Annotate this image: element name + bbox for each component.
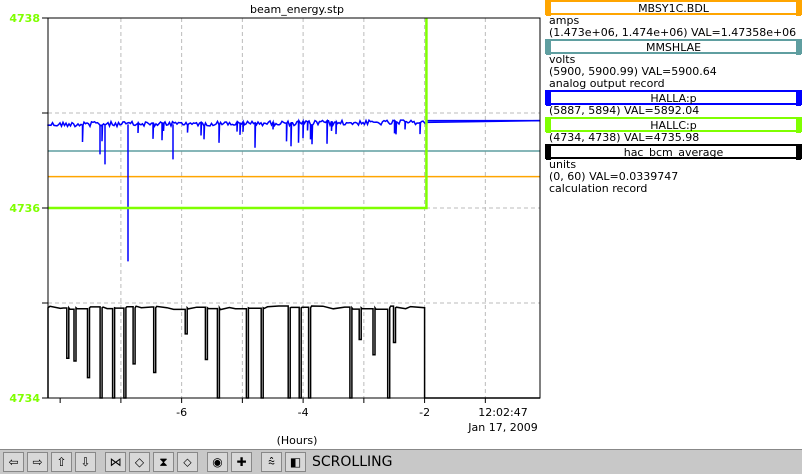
record-button[interactable]: ◉	[207, 452, 228, 472]
zoom-in-x-button[interactable]: ⋈	[105, 452, 126, 472]
legend-color-swatch	[796, 145, 801, 160]
legend-color-swatch	[796, 1, 801, 16]
zoom-out-x-button[interactable]: ◇	[129, 452, 150, 472]
legend-entry-MMSHLAE[interactable]: MMSHLAE	[545, 39, 802, 55]
time-stamp: 12:02:47	[478, 406, 527, 419]
legend-detail-line: (5887, 5894) VAL=5892.04	[549, 104, 700, 117]
series-line-HALLA:p	[47, 118, 541, 262]
legend-entry-hac_bcm_average[interactable]: hac_bcm_average	[545, 144, 802, 160]
legend-entry-label: MBSY1C.BDL	[638, 2, 709, 15]
legend-panel: MBSY1C.BDL amps (1.473e+06, 1.474e+06) VAL…	[545, 0, 802, 195]
scroll-up-icon: ⇧	[56, 455, 67, 469]
zoom-in-y-icon: ⧗	[159, 454, 168, 469]
legend-entry-label: HALLC:p	[650, 119, 697, 132]
y-tick-label: 4738	[9, 12, 40, 25]
toolbar: ⇦ ⇨ ⇧ ⇩ ⋈ ◇ ⧗ ⬦ ◉ ✚ ⩯ ◧ SCROLLING	[0, 449, 802, 474]
x-axis: -6 -4 -2	[59, 398, 486, 419]
series-layer	[47, 18, 541, 399]
chart-title: beam_energy.stp	[250, 3, 344, 16]
status-label: SCROLLING	[312, 454, 393, 470]
legend-entry-HALLA:p[interactable]: HALLA:p	[545, 90, 802, 106]
strip-chart: beam_energy.stp 4738 4736 4734 -6 -4 -2 12:0…	[9, 3, 541, 447]
x-tick-label: -4	[298, 406, 309, 419]
scroll-right-icon: ⇨	[32, 455, 43, 469]
legend-entry-HALLC:p[interactable]: HALLC:p	[545, 117, 802, 133]
zoom-in-y-button[interactable]: ⧗	[153, 452, 174, 472]
auto-scale-button[interactable]: ⩯	[261, 452, 282, 472]
legend-color-swatch	[546, 145, 551, 160]
add-icon: ✚	[236, 455, 247, 469]
add-button[interactable]: ✚	[231, 452, 252, 472]
legend-color-swatch	[796, 91, 801, 106]
scroll-up-button[interactable]: ⇧	[51, 452, 72, 472]
date-stamp: Jan 17, 2009	[467, 421, 537, 434]
scroll-left-button[interactable]: ⇦	[3, 452, 24, 472]
y-tick-label: 4736	[9, 202, 40, 215]
legend-entry-label: MMSHLAE	[645, 41, 702, 54]
y-axis: 4738 4736 4734	[9, 12, 48, 405]
record-icon: ◉	[212, 455, 223, 469]
legend-detail-line: (4734, 4738) VAL=4735.98	[549, 131, 700, 144]
legend-color-swatch	[546, 1, 551, 16]
legend-color-swatch	[796, 40, 801, 55]
y-tick-label: 4734	[9, 392, 40, 405]
zoom-out-x-icon: ◇	[134, 455, 145, 469]
series-line-hac_bcm_average	[47, 304, 540, 399]
auto-scale-icon: ⩯	[267, 454, 275, 469]
zoom-in-x-icon: ⋈	[109, 455, 122, 469]
legend-detail-line: analog output record	[549, 77, 665, 90]
x-axis-label: (Hours)	[277, 434, 318, 447]
legend-color-swatch	[796, 118, 801, 133]
legend-color-swatch	[546, 40, 551, 55]
cursor-button[interactable]: ◧	[285, 452, 306, 472]
cursor-icon: ◧	[289, 455, 302, 469]
x-tick-label: -2	[419, 406, 430, 419]
legend-entry-label: HALLA:p	[650, 92, 697, 105]
x-tick-label: -6	[176, 406, 187, 419]
zoom-out-y-icon: ⬦	[183, 454, 192, 469]
legend-detail-line: calculation record	[549, 182, 648, 195]
scroll-down-button[interactable]: ⇩	[75, 452, 96, 472]
legend-entry-MBSY1C.BDL[interactable]: MBSY1C.BDL	[545, 0, 802, 16]
scroll-right-button[interactable]: ⇨	[27, 452, 48, 472]
scroll-down-icon: ⇩	[80, 455, 91, 469]
scroll-left-icon: ⇦	[8, 455, 19, 469]
legend-entry-label: hac_bcm_average	[623, 146, 724, 159]
legend-color-swatch	[546, 91, 551, 106]
zoom-out-y-button[interactable]: ⬦	[177, 452, 198, 472]
legend-color-swatch	[546, 118, 551, 133]
legend-detail-line: (1.473e+06, 1.474e+06) VAL=1.47358e+06	[549, 26, 797, 39]
